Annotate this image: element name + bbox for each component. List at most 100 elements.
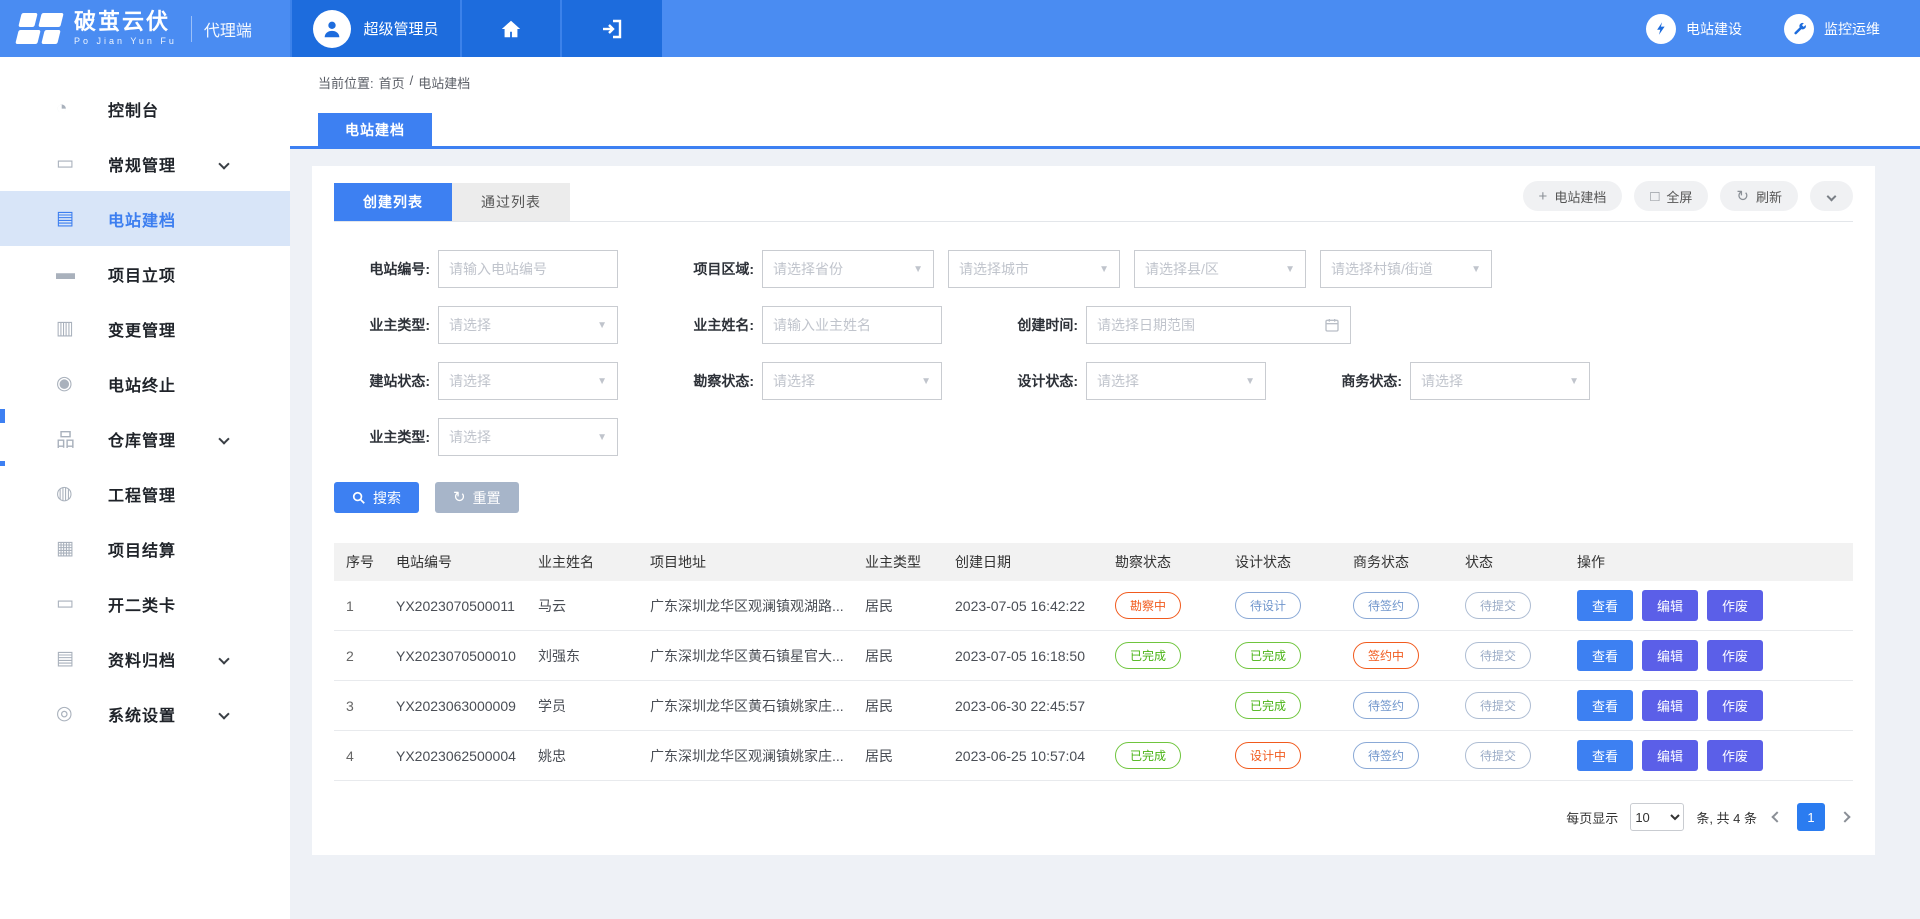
chevron-right-icon xyxy=(1839,811,1850,822)
sidebar-item-station-archive[interactable]: ▤ 电站建档 xyxy=(0,191,290,246)
owner-type2-select[interactable]: 请选择 ▼ xyxy=(438,418,618,456)
sidebar-item-type2-card[interactable]: ▭ 开二类卡 xyxy=(0,576,290,631)
select-arrow-icon: ▼ xyxy=(1569,376,1579,387)
edit-button[interactable]: 编辑 xyxy=(1642,590,1698,621)
void-button[interactable]: 作废 xyxy=(1707,690,1763,721)
brand: 破茧云伏 Po Jian Yun Fu 代理端 xyxy=(0,0,290,57)
business-status-select[interactable]: 请选择 ▼ xyxy=(1410,362,1590,400)
app-subtitle: Po Jian Yun Fu xyxy=(74,37,177,46)
date-range-picker[interactable]: 请选择日期范围 xyxy=(1086,306,1351,344)
breadcrumb: 当前位置: 首页 / 电站建档 xyxy=(318,73,470,92)
province-select[interactable]: 请选择省份 ▼ xyxy=(762,250,934,288)
collapse-toolbar-button[interactable] xyxy=(1810,181,1853,211)
fullscreen-icon: □ xyxy=(1650,189,1659,204)
breadcrumb-current[interactable]: 电站建档 xyxy=(418,73,470,92)
design-status-badge: 已完成 xyxy=(1235,642,1301,669)
calculator-icon: ▦ xyxy=(56,537,82,560)
edit-button[interactable]: 编辑 xyxy=(1642,690,1698,721)
select-arrow-icon: ▼ xyxy=(597,432,607,443)
toolbar: + 电站建档 □ 全屏 ↻ 刷新 xyxy=(1523,181,1853,221)
calendar-icon xyxy=(1324,317,1340,333)
refresh-button[interactable]: ↻ 刷新 xyxy=(1720,181,1798,211)
breadcrumb-label: 当前位置: xyxy=(318,73,374,92)
view-button[interactable]: 查看 xyxy=(1577,690,1633,721)
search-button[interactable]: 搜索 xyxy=(334,482,419,513)
design-status-badge: 设计中 xyxy=(1235,742,1301,769)
page-number[interactable]: 1 xyxy=(1797,803,1825,831)
next-page-button[interactable] xyxy=(1837,809,1853,825)
breadcrumb-separator: / xyxy=(410,73,414,92)
logout-button[interactable] xyxy=(560,0,662,57)
sidebar-item-warehouse[interactable]: 品 仓库管理 xyxy=(0,411,290,466)
build-status-select[interactable]: 请选择 ▼ xyxy=(438,362,618,400)
table-row: 3 YX2023063000009 学员 广东深圳龙华区黄石镇姚家庄... 居民… xyxy=(334,681,1853,731)
sidebar-item-data-archive[interactable]: ▤ 资料归档 xyxy=(0,631,290,686)
edit-button[interactable]: 编辑 xyxy=(1642,740,1698,771)
dashboard-icon: ◔ xyxy=(56,98,82,120)
user-menu[interactable]: 超级管理员 xyxy=(290,0,460,57)
status-badge: 待提交 xyxy=(1465,642,1531,669)
divider xyxy=(191,16,192,42)
filter-actions: 搜索 ↻ 重置 xyxy=(334,482,1853,513)
wrench-icon xyxy=(1792,21,1807,36)
sidebar: ◔ 控制台 ▭ 常规管理 ▤ 电站建档 ▬ 项目立项 ▥ 变更管理 ◉ 电站终止… xyxy=(0,57,290,919)
edit-button[interactable]: 编辑 xyxy=(1642,640,1698,671)
view-button[interactable]: 查看 xyxy=(1577,740,1633,771)
sidebar-scrollbar-thumb[interactable] xyxy=(0,409,5,423)
prev-page-button[interactable] xyxy=(1769,809,1785,825)
fullscreen-button[interactable]: □ 全屏 xyxy=(1634,181,1708,211)
survey-status-select[interactable]: 请选择 ▼ xyxy=(762,362,942,400)
table-row: 4 YX2023062500004 姚忠 广东深圳龙华区观澜镇姚家庄... 居民… xyxy=(334,731,1853,781)
town-select[interactable]: 请选择村镇/街道 ▼ xyxy=(1320,250,1492,288)
archive-icon: ▤ xyxy=(56,647,82,670)
chevron-left-icon xyxy=(1771,811,1782,822)
home-button[interactable] xyxy=(460,0,560,57)
void-button[interactable]: 作废 xyxy=(1707,640,1763,671)
owner-name-input[interactable] xyxy=(773,317,931,333)
select-arrow-icon: ▼ xyxy=(1245,376,1255,387)
nav-monitor-ops[interactable]: 监控运维 xyxy=(1784,14,1880,44)
card-icon: ▭ xyxy=(56,592,82,615)
chevron-down-icon xyxy=(1827,191,1837,201)
county-select[interactable]: 请选择县/区 ▼ xyxy=(1134,250,1306,288)
void-button[interactable]: 作废 xyxy=(1707,740,1763,771)
tab-create-list[interactable]: 创建列表 xyxy=(334,183,452,221)
sidebar-item-project-initiation[interactable]: ▬ 项目立项 xyxy=(0,246,290,301)
per-page-select[interactable]: 10 xyxy=(1630,803,1684,831)
select-arrow-icon: ▼ xyxy=(1471,264,1481,275)
nav-label: 电站建设 xyxy=(1686,19,1742,39)
chevron-down-icon xyxy=(218,708,229,719)
view-button[interactable]: 查看 xyxy=(1577,590,1633,621)
owner-type-select[interactable]: 请选择 ▼ xyxy=(438,306,618,344)
select-arrow-icon: ▼ xyxy=(913,264,923,275)
survey-status-badge: 已完成 xyxy=(1115,642,1181,669)
page-tab-station-archive[interactable]: 电站建档 xyxy=(318,113,432,146)
tab-passed-list[interactable]: 通过列表 xyxy=(452,183,570,221)
breadcrumb-home[interactable]: 首页 xyxy=(379,73,405,92)
document-icon: ▤ xyxy=(56,207,82,230)
search-icon xyxy=(352,491,366,505)
sidebar-item-change-management[interactable]: ▥ 变更管理 xyxy=(0,301,290,356)
design-status-label: 设计状态: xyxy=(982,371,1078,391)
create-station-button[interactable]: + 电站建档 xyxy=(1523,181,1623,211)
city-select[interactable]: 请选择城市 ▼ xyxy=(948,250,1120,288)
void-button[interactable]: 作废 xyxy=(1707,590,1763,621)
view-button[interactable]: 查看 xyxy=(1577,640,1633,671)
design-status-select[interactable]: 请选择 ▼ xyxy=(1086,362,1266,400)
business-status-badge: 签约中 xyxy=(1353,642,1419,669)
refresh-icon: ↻ xyxy=(1736,189,1749,204)
reset-button[interactable]: ↻ 重置 xyxy=(435,482,519,513)
sidebar-item-console[interactable]: ◔ 控制台 xyxy=(0,81,290,136)
nav-station-build[interactable]: 电站建设 xyxy=(1646,14,1742,44)
sidebar-item-engineering[interactable]: ◍ 工程管理 xyxy=(0,466,290,521)
sidebar-item-settlement[interactable]: ▦ 项目结算 xyxy=(0,521,290,576)
sidebar-item-system-settings[interactable]: ◎ 系统设置 xyxy=(0,686,290,741)
station-code-input[interactable] xyxy=(449,261,607,277)
sidebar-item-station-termination[interactable]: ◉ 电站终止 xyxy=(0,356,290,411)
sidebar-scrollbar-thumb[interactable] xyxy=(0,461,5,466)
sidebar-item-general-management[interactable]: ▭ 常规管理 xyxy=(0,136,290,191)
survey-status-label: 勘察状态: xyxy=(658,371,754,391)
status-badge: 待提交 xyxy=(1465,742,1531,769)
monitor-icon: ▭ xyxy=(56,152,82,175)
content: 创建列表 通过列表 + 电站建档 □ 全屏 ↻ 刷新 xyxy=(290,149,1920,919)
